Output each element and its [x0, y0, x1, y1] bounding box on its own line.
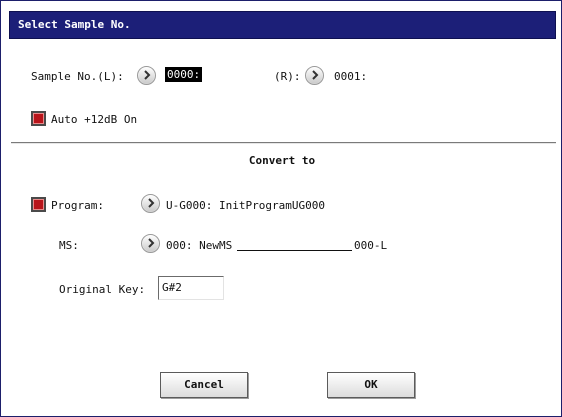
original-key-value: G#2 — [162, 281, 182, 294]
auto-gain-checkbox-icon[interactable] — [31, 111, 46, 126]
original-key-label: Original Key: — [59, 283, 146, 296]
program-arrow-icon[interactable] — [141, 194, 160, 213]
sample-left-value[interactable]: 0000: — [165, 67, 203, 82]
dialog-titlebar: Select Sample No. — [9, 11, 556, 39]
program-value[interactable]: U-G000: InitProgramUG000 — [166, 199, 325, 212]
program-checkbox-icon[interactable] — [31, 197, 46, 212]
cancel-button[interactable]: Cancel — [160, 372, 248, 398]
ms-value-prefix[interactable]: 000: NewMS — [166, 239, 232, 252]
dialog-title: Select Sample No. — [18, 18, 131, 31]
program-label: Program: — [51, 199, 104, 212]
sample-left-label: Sample No.(L): — [31, 70, 124, 83]
sample-right-label: (R): — [274, 70, 301, 83]
ms-value-suffix[interactable]: 000-L — [354, 239, 387, 252]
sample-left-arrow-icon[interactable] — [137, 66, 156, 85]
ms-label: MS: — [59, 239, 79, 252]
auto-gain-label: Auto +12dB On — [51, 113, 138, 126]
sample-right-arrow-icon[interactable] — [305, 66, 324, 85]
section-divider — [11, 142, 556, 144]
select-sample-dialog: Select Sample No. Sample No.(L): 0000: (… — [0, 0, 562, 417]
ms-arrow-icon[interactable] — [141, 234, 160, 253]
ms-name-underline — [237, 250, 352, 251]
ok-button[interactable]: OK — [327, 372, 415, 398]
convert-section-title: Convert to — [248, 154, 316, 167]
original-key-field[interactable]: G#2 — [158, 276, 224, 300]
sample-right-value[interactable]: 0001: — [334, 70, 367, 83]
